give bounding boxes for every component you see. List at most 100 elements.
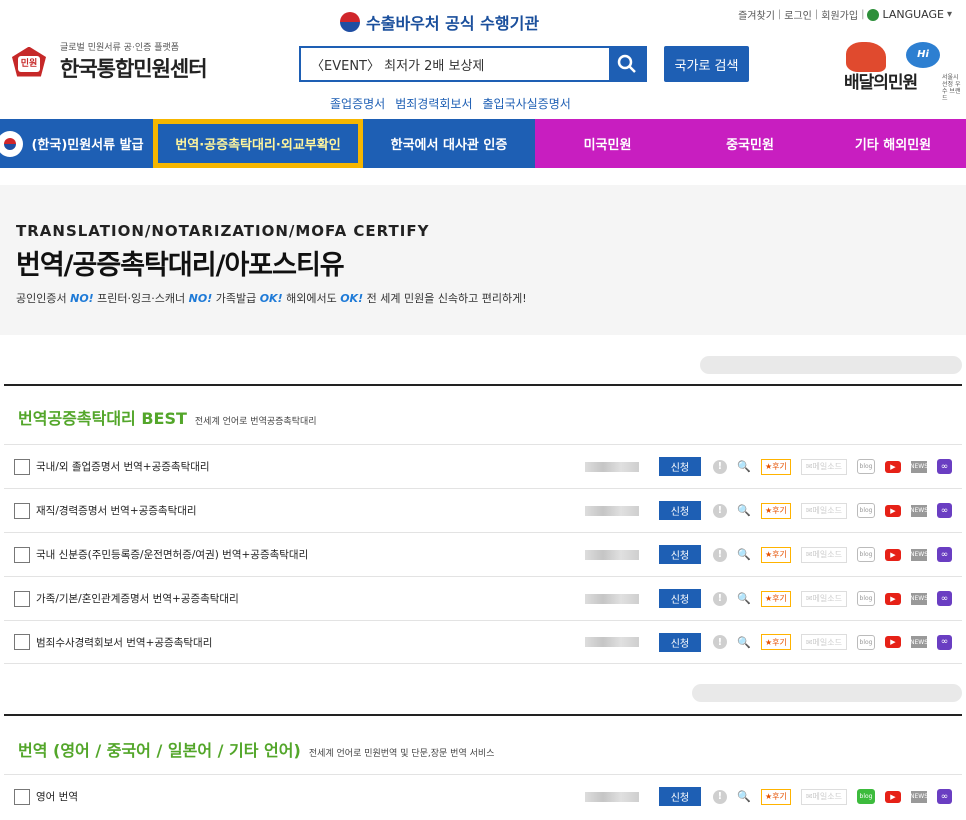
row-label[interactable]: 영어 번역 [36, 789, 585, 804]
nav-other-countries[interactable]: 기타 해외민원 [820, 119, 966, 168]
row-checkbox[interactable] [14, 590, 30, 607]
site-logo[interactable]: 민원 글로벌 민원서류 공·인증 플랫폼 한국통합민원센터 [8, 40, 208, 83]
section-title-best: 번역공증촉탁대리 BEST 전세계 언어로 번역공증촉탁대리 [18, 409, 317, 428]
apply-button[interactable]: 신청 [658, 501, 701, 520]
row-label[interactable]: 국내 신분증(주민등록증/운전면허증/여권) 번역+공증촉탁대리 [36, 547, 585, 562]
apply-button[interactable]: 신청 [658, 545, 701, 564]
exclamation-icon[interactable]: ! [712, 635, 727, 649]
quick-link-immigration[interactable]: 출입국사실증명서 [482, 95, 570, 112]
blog-icon[interactable]: blog [857, 547, 875, 562]
email-button[interactable]: ✉메일소드 [800, 590, 847, 607]
review-button[interactable]: ★후기 [760, 502, 791, 519]
link-icon[interactable]: ∞ [937, 634, 952, 650]
blog-icon[interactable]: blog [857, 459, 875, 474]
export-voucher-banner[interactable]: 수출바우처 공식 수행기관 [340, 10, 539, 34]
exclamation-icon[interactable]: ! [712, 547, 727, 562]
apply-button[interactable]: 신청 [658, 589, 701, 608]
nav-china[interactable]: 중국민원 [680, 119, 820, 168]
news-icon[interactable]: NEWS [910, 504, 928, 517]
language-selector[interactable]: LANGUAGE [882, 8, 944, 21]
price-blur [584, 549, 639, 560]
youtube-icon[interactable]: ▶ [885, 504, 901, 517]
row-checkbox[interactable] [14, 458, 30, 475]
document-search-icon[interactable]: 🔍 [737, 504, 751, 518]
nav-label: 중국민원 [726, 138, 774, 153]
document-search-icon[interactable]: 🔍 [737, 592, 751, 606]
email-button[interactable]: ✉메일소드 [800, 634, 847, 650]
nav-embassy-cert[interactable]: 한국에서 대사관 인증 [363, 119, 535, 168]
search-button[interactable] [609, 48, 645, 80]
document-search-icon[interactable]: 🔍 [737, 635, 751, 649]
news-icon[interactable]: NEWS [910, 592, 928, 605]
email-button[interactable]: ✉메일소드 [800, 546, 847, 563]
row-label[interactable]: 국내/외 졸업증명서 번역+공증촉탁대리 [36, 459, 585, 474]
youtube-icon[interactable]: ▶ [885, 636, 901, 648]
row-label[interactable]: 재직/경력증명서 번역+공증촉탁대리 [36, 503, 585, 518]
blog-icon[interactable]: blog [857, 634, 875, 650]
blog-icon[interactable]: blog [857, 591, 875, 606]
nav-korean-documents[interactable]: (한국)민원서류 발급 [0, 119, 153, 168]
row-checkbox[interactable] [14, 788, 30, 805]
caret-down-icon[interactable]: ▾ [947, 9, 952, 20]
exclamation-icon[interactable]: ! [712, 459, 727, 474]
email-button[interactable]: ✉메일소드 [800, 458, 847, 475]
news-icon[interactable]: NEWS [910, 636, 928, 648]
review-button[interactable]: ★후기 [760, 546, 791, 563]
review-button[interactable]: ★후기 [760, 458, 791, 475]
search-input[interactable] [301, 48, 609, 80]
country-search-button[interactable]: 국가로 검색 [664, 46, 749, 82]
link-icon[interactable]: ∞ [937, 547, 952, 562]
document-search-icon[interactable]: 🔍 [737, 548, 751, 562]
list-item[interactable]: 국내 신분증(주민등록증/운전면허증/여권) 번역+공증촉탁대리 신청 ! 🔍 … [4, 532, 962, 576]
horizontal-scrollbar[interactable] [700, 356, 962, 374]
exclamation-icon[interactable]: ! [712, 789, 727, 804]
news-icon[interactable]: NEWS [910, 548, 928, 561]
document-search-icon[interactable]: 🔍 [737, 790, 751, 804]
nav-usa[interactable]: 미국민원 [535, 119, 680, 168]
link-icon[interactable]: ∞ [937, 789, 952, 804]
row-label[interactable]: 가족/기본/혼인관계증명서 번역+공증촉탁대리 [36, 591, 585, 606]
row-checkbox[interactable] [14, 546, 30, 563]
apply-button[interactable]: 신청 [658, 632, 701, 652]
review-button[interactable]: ★후기 [760, 788, 791, 805]
review-button[interactable]: ★후기 [760, 590, 791, 607]
nav-translation-notarization[interactable]: 번역·공증촉탁대리·외교부확인 [153, 119, 363, 168]
list-item[interactable]: 재직/경력증명서 번역+공증촉탁대리 신청 ! 🔍 ★후기 ✉메일소드 blog… [4, 488, 962, 532]
row-label[interactable]: 범죄수사경력회보서 번역+공증촉탁대리 [36, 635, 585, 650]
bookmark-link[interactable]: 즐겨찾기 [738, 7, 775, 22]
youtube-icon[interactable]: ▶ [885, 460, 901, 473]
youtube-icon[interactable]: ▶ [885, 790, 901, 803]
email-button[interactable]: ✉메일소드 [800, 502, 847, 519]
horizontal-scrollbar[interactable] [692, 684, 962, 702]
review-button[interactable]: ★후기 [760, 634, 791, 650]
logo-subtitle: 글로벌 민원서류 공·인증 플랫폼 [60, 43, 180, 53]
link-icon[interactable]: ∞ [937, 459, 952, 474]
link-icon[interactable]: ∞ [937, 591, 952, 606]
top-links: 즐겨찾기 | 로그인 | 회원가입 | LANGUAGE ▾ [738, 7, 952, 22]
blog-icon[interactable]: blog [857, 789, 875, 804]
youtube-icon[interactable]: ▶ [885, 592, 901, 605]
list-item[interactable]: 영어 번역 신청 ! 🔍 ★후기 ✉메일소드 blog ▶ NEWS ∞ [4, 774, 962, 818]
document-search-icon[interactable]: 🔍 [737, 460, 751, 474]
quick-link-graduation[interactable]: 졸업증명서 [330, 95, 385, 112]
quick-link-criminal-record[interactable]: 범죄경력회보서 [395, 95, 472, 112]
news-icon[interactable]: NEWS [910, 460, 928, 473]
baedal-banner[interactable]: Hi Seoul 배달의민원 서울시 선정 우수 브랜드 [838, 38, 960, 102]
list-item[interactable]: 가족/기본/혼인관계증명서 번역+공증촉탁대리 신청 ! 🔍 ★후기 ✉메일소드… [4, 576, 962, 620]
apply-button[interactable]: 신청 [658, 457, 701, 476]
row-checkbox[interactable] [14, 502, 30, 519]
apply-button[interactable]: 신청 [658, 787, 701, 806]
logo-mark: 민원 [8, 43, 50, 81]
list-item[interactable]: 국내/외 졸업증명서 번역+공증촉탁대리 신청 ! 🔍 ★후기 ✉메일소드 bl… [4, 444, 962, 488]
blog-icon[interactable]: blog [857, 503, 875, 518]
list-item[interactable]: 범죄수사경력회보서 번역+공증촉탁대리 신청 ! 🔍 ★후기 ✉메일소드 blo… [4, 620, 962, 664]
login-link[interactable]: 로그인 [784, 7, 812, 22]
exclamation-icon[interactable]: ! [712, 503, 727, 518]
link-icon[interactable]: ∞ [937, 503, 952, 518]
email-button[interactable]: ✉메일소드 [800, 788, 847, 805]
youtube-icon[interactable]: ▶ [885, 548, 901, 561]
news-icon[interactable]: NEWS [910, 790, 928, 803]
row-checkbox[interactable] [14, 634, 30, 650]
exclamation-icon[interactable]: ! [712, 591, 727, 606]
signup-link[interactable]: 회원가입 [821, 7, 858, 22]
